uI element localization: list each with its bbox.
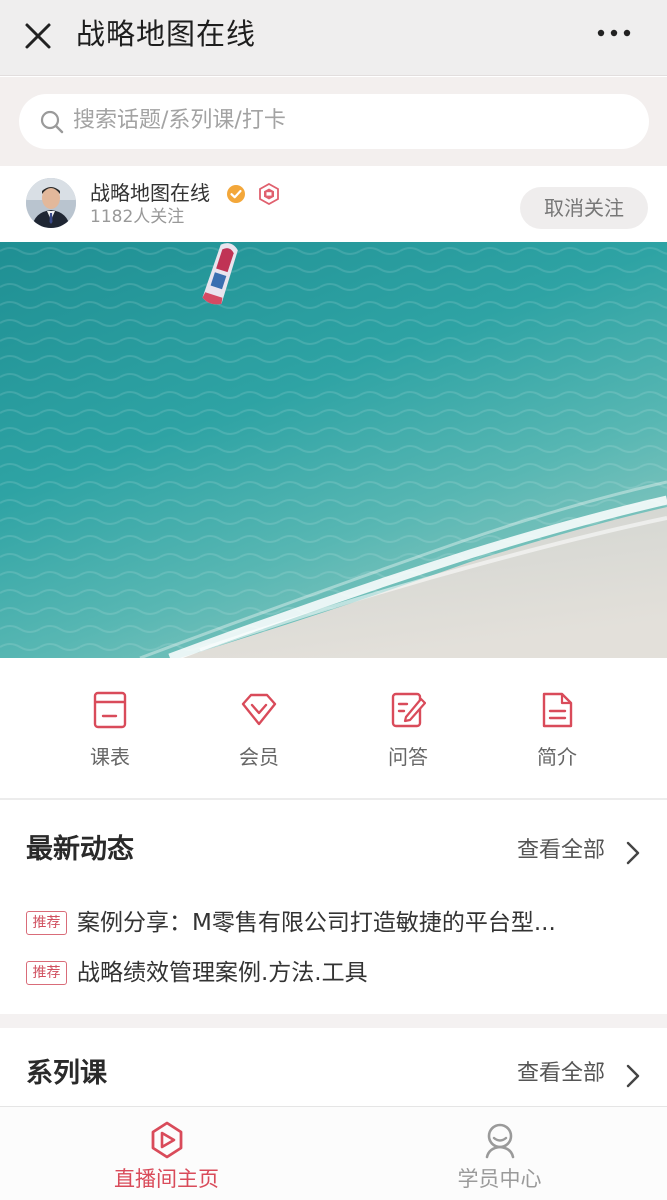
feed-item-title: 战略绩效管理案例.方法.工具 [77,960,368,986]
page-title: 战略地图在线 [76,17,257,51]
page: 战略地图在线 搜索话题/系列课/打卡 战略地图在线 1182人关注 取消关注 课… [0,0,667,1200]
feed-item[interactable]: 推荐 战略绩效管理案例.方法.工具 [26,955,646,991]
profile-name: 战略地图在线 [90,181,210,205]
section-title-series: 系列课 [26,1058,107,1089]
tab-live-home[interactable]: 直播间主页 [0,1107,333,1200]
see-all-latest-link[interactable]: 查看全部 [517,836,605,866]
section-title-latest: 最新动态 [26,834,134,865]
menu-label: 课表 [90,745,130,769]
diamond-icon [241,693,277,726]
avatar[interactable] [26,178,76,228]
menu-item-intro[interactable]: 简介 [497,688,617,778]
menu-item-qa[interactable]: 问答 [348,688,468,778]
aerial-beach-image [0,242,667,658]
profile-row: 战略地图在线 1182人关注 取消关注 [0,166,667,242]
chevron-right-icon[interactable] [625,1063,641,1089]
chevron-right-icon[interactable] [625,840,641,866]
follower-count: 1182人关注 [90,207,185,227]
menu-label: 简介 [537,745,577,769]
see-all-series-link[interactable]: 查看全部 [517,1059,605,1089]
unfollow-button[interactable]: 取消关注 [520,187,648,229]
menu-item-membership[interactable]: 会员 [199,688,319,778]
more-dots-icon[interactable] [590,16,638,50]
tab-student-center[interactable]: 学员中心 [333,1107,666,1200]
live-play-icon [151,1121,183,1159]
schedule-icon [93,691,127,729]
edit-note-icon [391,692,426,728]
close-icon[interactable] [18,16,58,56]
feed-item[interactable]: 推荐 案例分享：M零售有限公司打造敏捷的平台型... [26,905,646,941]
document-icon [542,692,573,728]
tab-label: 直播间主页 [114,1167,219,1191]
avatar-image [26,178,76,228]
section-divider [0,1014,667,1028]
recommend-tag: 推荐 [26,961,67,985]
search-icon [40,110,64,134]
verified-check-icon [227,185,245,203]
tab-label: 学员中心 [457,1167,542,1191]
feed-item-title: 案例分享：M零售有限公司打造敏捷的平台型... [77,910,556,936]
user-icon [485,1123,515,1159]
menu-item-schedule[interactable]: 课表 [50,688,170,778]
recommend-tag: 推荐 [26,911,67,935]
search-area: 搜索话题/系列课/打卡 [0,77,667,166]
search-input[interactable]: 搜索话题/系列课/打卡 [19,94,649,149]
banner-image[interactable] [0,242,667,658]
menu-label: 会员 [239,745,279,769]
quick-menu: 课表 会员 问答 简介 [0,658,667,800]
shop-badge-icon [259,183,279,205]
menu-label: 问答 [388,745,428,769]
bottom-tabbar: 直播间主页 学员中心 [0,1106,667,1200]
search-placeholder: 搜索话题/系列课/打卡 [73,108,286,133]
top-navbar: 战略地图在线 [0,0,667,76]
